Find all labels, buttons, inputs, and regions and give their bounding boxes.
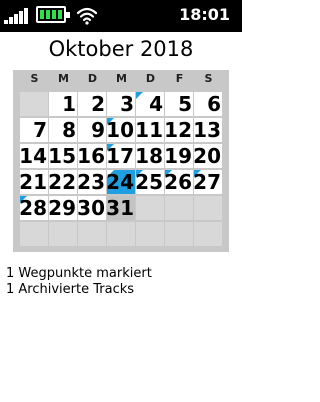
weekday-label: S xyxy=(204,72,213,85)
weekday-label: M xyxy=(58,72,69,85)
calendar-day-12[interactable]: 12 xyxy=(165,118,193,142)
calendar-day-29[interactable]: 29 xyxy=(49,196,77,220)
calendar-day-6[interactable]: 6 xyxy=(194,92,222,116)
calendar-day-31[interactable]: 31 xyxy=(107,196,135,220)
calendar-empty-cell xyxy=(107,222,135,246)
calendar-day-10[interactable]: 10 xyxy=(107,118,135,142)
day-number: 16 xyxy=(78,144,105,168)
day-number: 12 xyxy=(165,118,192,142)
weekday-label: D xyxy=(145,72,156,85)
calendar-empty-cell xyxy=(78,222,106,246)
day-number: 21 xyxy=(20,170,47,194)
day-number: 2 xyxy=(91,92,105,116)
summary-tracks: 1 Archivierte Tracks xyxy=(6,282,135,297)
calendar-day-9[interactable]: 9 xyxy=(78,118,106,142)
calendar-grid: S M D M D F S 1 2 3 4 5 6 7 8 9 10 11 12 13 14 15 16 17 1… xyxy=(13,70,229,252)
day-number: 15 xyxy=(49,144,76,168)
calendar-day-16[interactable]: 16 xyxy=(78,144,106,168)
calendar-day-25[interactable]: 25 xyxy=(136,170,164,194)
day-number: 7 xyxy=(33,118,47,142)
calendar-day-5[interactable]: 5 xyxy=(165,92,193,116)
weekday-label: S xyxy=(30,72,39,85)
calendar-empty-cell xyxy=(165,196,193,220)
calendar-day-14[interactable]: 14 xyxy=(20,144,48,168)
day-number: 9 xyxy=(91,118,105,142)
calendar-day-18[interactable]: 18 xyxy=(136,144,164,168)
day-number: 11 xyxy=(136,118,163,142)
day-number: 10 xyxy=(107,118,134,142)
calendar-day-8[interactable]: 8 xyxy=(49,118,77,142)
weekday-label: D xyxy=(87,72,98,85)
calendar-empty-cell xyxy=(136,196,164,220)
calendar-day-26[interactable]: 26 xyxy=(165,170,193,194)
calendar-day-28[interactable]: 28 xyxy=(20,196,48,220)
weekday-header: S M D M D F S xyxy=(20,72,223,90)
day-number: 6 xyxy=(207,92,221,116)
day-number: 31 xyxy=(107,196,134,220)
calendar-empty-cell xyxy=(194,196,222,220)
summary-waypoints: 1 Wegpunkte markiert xyxy=(6,266,152,281)
day-number: 25 xyxy=(136,170,163,194)
calendar-empty-cell xyxy=(165,222,193,246)
day-grid: 1 2 3 4 5 6 7 8 9 10 11 12 13 14 15 16 17 18 19 20 21 22 23 24 2… xyxy=(20,92,223,247)
clock: 18:01 xyxy=(179,5,230,24)
calendar-day-30[interactable]: 30 xyxy=(78,196,106,220)
day-number: 19 xyxy=(165,144,192,168)
weekday-label: M xyxy=(116,72,127,85)
calendar-day-3[interactable]: 3 xyxy=(107,92,135,116)
day-number: 1 xyxy=(62,92,76,116)
calendar-day-13[interactable]: 13 xyxy=(194,118,222,142)
day-summary: 1 Wegpunkte markiert 1 Archivierte Track… xyxy=(6,266,236,298)
day-number: 3 xyxy=(120,92,134,116)
event-marker-icon xyxy=(136,92,143,99)
status-bar: 18:01 xyxy=(0,0,242,32)
calendar-empty-cell xyxy=(194,222,222,246)
day-number: 20 xyxy=(194,144,221,168)
day-number: 28 xyxy=(20,196,47,220)
day-number: 18 xyxy=(136,144,163,168)
calendar-empty-cell xyxy=(136,222,164,246)
day-number: 13 xyxy=(194,118,221,142)
calendar-day-2[interactable]: 2 xyxy=(78,92,106,116)
calendar-day-23[interactable]: 23 xyxy=(78,170,106,194)
month-title: Oktober 2018 xyxy=(48,37,194,61)
calendar-day-4[interactable]: 4 xyxy=(136,92,164,116)
calendar-day-1[interactable]: 1 xyxy=(49,92,77,116)
calendar-empty-cell xyxy=(20,222,48,246)
calendar-day-19[interactable]: 19 xyxy=(165,144,193,168)
day-number: 27 xyxy=(194,170,221,194)
calendar-day-15[interactable]: 15 xyxy=(49,144,77,168)
calendar-empty-cell xyxy=(49,222,77,246)
calendar-empty-cell xyxy=(20,92,48,116)
signal-strength-icon xyxy=(4,8,30,24)
calendar-day-21[interactable]: 21 xyxy=(20,170,48,194)
day-number: 17 xyxy=(107,144,134,168)
weekday-label: F xyxy=(175,72,184,85)
calendar-day-22[interactable]: 22 xyxy=(49,170,77,194)
calendar-day-27[interactable]: 27 xyxy=(194,170,222,194)
day-number: 14 xyxy=(20,144,47,168)
wifi-icon xyxy=(77,7,97,25)
day-number: 4 xyxy=(149,92,163,116)
calendar-day-7[interactable]: 7 xyxy=(20,118,48,142)
calendar-day-17[interactable]: 17 xyxy=(107,144,135,168)
day-number: 23 xyxy=(78,170,105,194)
day-number: 5 xyxy=(178,92,192,116)
day-number: 30 xyxy=(78,196,105,220)
day-number: 26 xyxy=(165,170,192,194)
day-number: 24 xyxy=(107,170,134,194)
day-number: 8 xyxy=(62,118,76,142)
day-number: 22 xyxy=(49,170,76,194)
calendar-day-20[interactable]: 20 xyxy=(194,144,222,168)
calendar-day-24[interactable]: 24 xyxy=(107,170,135,194)
battery-full-icon xyxy=(36,6,70,23)
calendar-day-11[interactable]: 11 xyxy=(136,118,164,142)
day-number: 29 xyxy=(49,196,76,220)
